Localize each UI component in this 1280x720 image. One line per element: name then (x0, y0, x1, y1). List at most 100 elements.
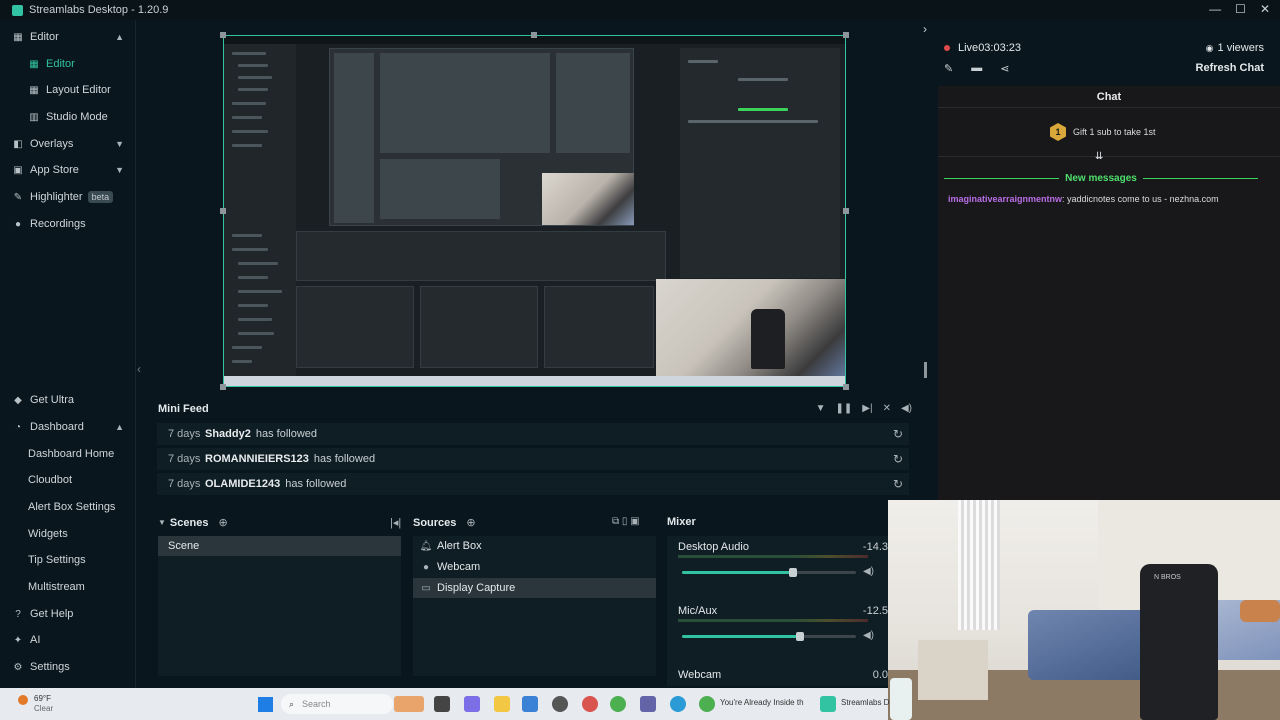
chevron-down-icon[interactable]: ▼ (115, 139, 124, 149)
collapse-sidebar-icon[interactable]: ‹ (137, 362, 141, 376)
source-item[interactable]: ▭ Display Capture (413, 578, 656, 598)
speaker-icon[interactable]: ◀) (863, 566, 874, 577)
taskbar-task-label[interactable]: You're Already Inside th (720, 698, 804, 707)
nav-settings[interactable]: ⚙ Settings (0, 656, 136, 678)
replay-icon[interactable]: ↻ (893, 477, 903, 491)
nav-alert-box-settings[interactable]: Alert Box Settings (0, 496, 136, 518)
speaker-icon[interactable]: ◀) (863, 630, 874, 641)
store-icon[interactable]: ▬ (971, 62, 982, 75)
chevron-up-icon[interactable]: ▲ (115, 32, 124, 42)
feed-action: has followed (255, 428, 318, 440)
webcam-box (918, 640, 988, 700)
taskbar-widget-icon[interactable] (394, 696, 424, 712)
close-button[interactable]: ✕ (1260, 2, 1270, 16)
mute-alerts-icon[interactable]: ✕ (883, 403, 891, 414)
chevron-down-icon[interactable]: ▼ (115, 165, 124, 175)
nav-dashboard-home-label: Dashboard Home (28, 448, 115, 460)
streamlabs-taskbar-icon[interactable] (820, 696, 836, 712)
scroll-down-icon[interactable]: ⇊ (1095, 151, 1103, 162)
filter-icon[interactable]: ▼ (816, 403, 826, 414)
resize-handle[interactable] (843, 208, 849, 214)
nav-get-ultra[interactable]: ◆ Get Ultra (0, 389, 136, 411)
chat-header: Chat (938, 86, 1280, 108)
source-item[interactable]: ● Webcam (413, 557, 656, 577)
nav-ai[interactable]: ✦ AI (0, 629, 136, 651)
volume-icon[interactable]: ◀) (901, 403, 912, 414)
volume-slider-thumb[interactable] (796, 632, 805, 641)
chat-panel: Chat 1 Gift 1 sub to take 1st ⇊ New mess… (938, 86, 1280, 500)
live-label: Live (958, 42, 979, 54)
webcam-overlay: N BROS (888, 500, 1280, 720)
chat-username[interactable]: imaginativearraignmentnw (948, 194, 1062, 204)
resize-handle[interactable] (843, 384, 849, 390)
replay-icon[interactable]: ↻ (893, 427, 903, 441)
preview-webcam (656, 279, 845, 386)
minimize-button[interactable]: — (1209, 2, 1221, 16)
chevron-right-icon[interactable]: › (923, 22, 927, 36)
edge-icon[interactable] (670, 696, 686, 712)
chrome-icon[interactable] (610, 696, 626, 712)
edit-stream-info-icon[interactable]: ✎ (944, 62, 953, 75)
teams-icon[interactable] (640, 696, 656, 712)
nav-layout-editor[interactable]: ▦ Layout Editor (0, 79, 136, 101)
editor-sub-icon: ▦ (29, 58, 39, 70)
taskbar-task-label[interactable]: Streamlabs D (841, 698, 889, 707)
chevron-down-icon[interactable]: ▼ (158, 518, 166, 527)
nav-app-store[interactable]: ▣ App Store ▼ (0, 159, 136, 181)
scene-transitions-icon[interactable]: |◂| (390, 516, 401, 529)
nav-cloudbot[interactable]: Cloudbot (0, 469, 136, 491)
nav-tip-settings[interactable]: Tip Settings (0, 549, 136, 571)
resize-handle[interactable] (531, 32, 537, 38)
source-item[interactable]: 🔔︎ Alert Box (413, 536, 656, 556)
stream-preview[interactable] (223, 35, 846, 387)
volume-slider[interactable] (682, 632, 856, 641)
skip-icon[interactable]: ▶| (862, 403, 872, 414)
chevron-up-icon[interactable]: ▲ (115, 422, 124, 432)
windows-start-icon[interactable] (258, 697, 273, 712)
preview-scrollbar[interactable] (924, 362, 927, 378)
pause-icon[interactable]: ❚❚ (836, 403, 853, 414)
weather-widget[interactable]: 69°F Clear (18, 694, 53, 714)
nav-widgets[interactable]: Widgets (0, 523, 136, 545)
nav-highlighter[interactable]: ✎ Highlighter beta (0, 186, 136, 208)
nav-dashboard-home[interactable]: Dashboard Home (0, 443, 136, 465)
nav-editor-label: Editor (30, 31, 59, 43)
taskbar-app-icon[interactable] (434, 696, 450, 712)
chrome-task-icon[interactable] (699, 696, 715, 712)
nav-studio-mode[interactable]: ▥ Studio Mode (0, 106, 136, 128)
mixer-channel-name: Desktop Audio (678, 541, 749, 553)
add-source-icon[interactable]: ⊕ (466, 516, 475, 529)
volume-slider[interactable] (682, 568, 856, 577)
nav-editor-editor[interactable]: ▦ Editor (0, 53, 136, 75)
resize-handle[interactable] (843, 32, 849, 38)
preview-mixer (544, 286, 654, 368)
gift-sub-banner[interactable]: 1 Gift 1 sub to take 1st (1050, 123, 1156, 141)
scene-item[interactable]: Scene (158, 536, 401, 556)
nav-settings-label: Settings (30, 661, 70, 673)
nav-multistream[interactable]: Multistream (0, 576, 136, 598)
taskbar-app-icon[interactable] (582, 696, 598, 712)
replay-icon[interactable]: ↻ (893, 452, 903, 466)
maximize-button[interactable]: ☐ (1235, 2, 1246, 16)
nav-overlays[interactable]: ◧ Overlays ▼ (0, 133, 136, 155)
file-explorer-icon[interactable] (494, 696, 510, 712)
add-scene-icon[interactable]: ⊕ (218, 516, 227, 529)
resize-handle[interactable] (220, 32, 226, 38)
taskbar-search[interactable]: ⌕ Search (281, 694, 393, 714)
resize-handle[interactable] (220, 384, 226, 390)
nav-get-help[interactable]: ? Get Help (0, 603, 136, 625)
resize-handle[interactable] (220, 208, 226, 214)
overlays-icon: ◧ (13, 138, 23, 150)
refresh-chat-button[interactable]: Refresh Chat (1196, 62, 1264, 74)
share-icon[interactable]: ⋖ (1000, 62, 1009, 75)
source-toolbar-icons[interactable]: ⧉ ▯ ▣ (612, 516, 640, 527)
nav-dashboard[interactable]: ◔ Dashboard ▲ (0, 416, 136, 438)
volume-slider-thumb[interactable] (789, 568, 798, 577)
preview-chat (680, 48, 840, 278)
chat-divider (938, 156, 1280, 157)
nav-recordings[interactable]: ● Recordings (0, 213, 136, 235)
nav-editor[interactable]: ▦ Editor ▲ (0, 26, 136, 48)
taskbar-app-icon[interactable] (464, 696, 480, 712)
taskbar-app-icon[interactable] (552, 696, 568, 712)
taskbar-app-icon[interactable] (522, 696, 538, 712)
